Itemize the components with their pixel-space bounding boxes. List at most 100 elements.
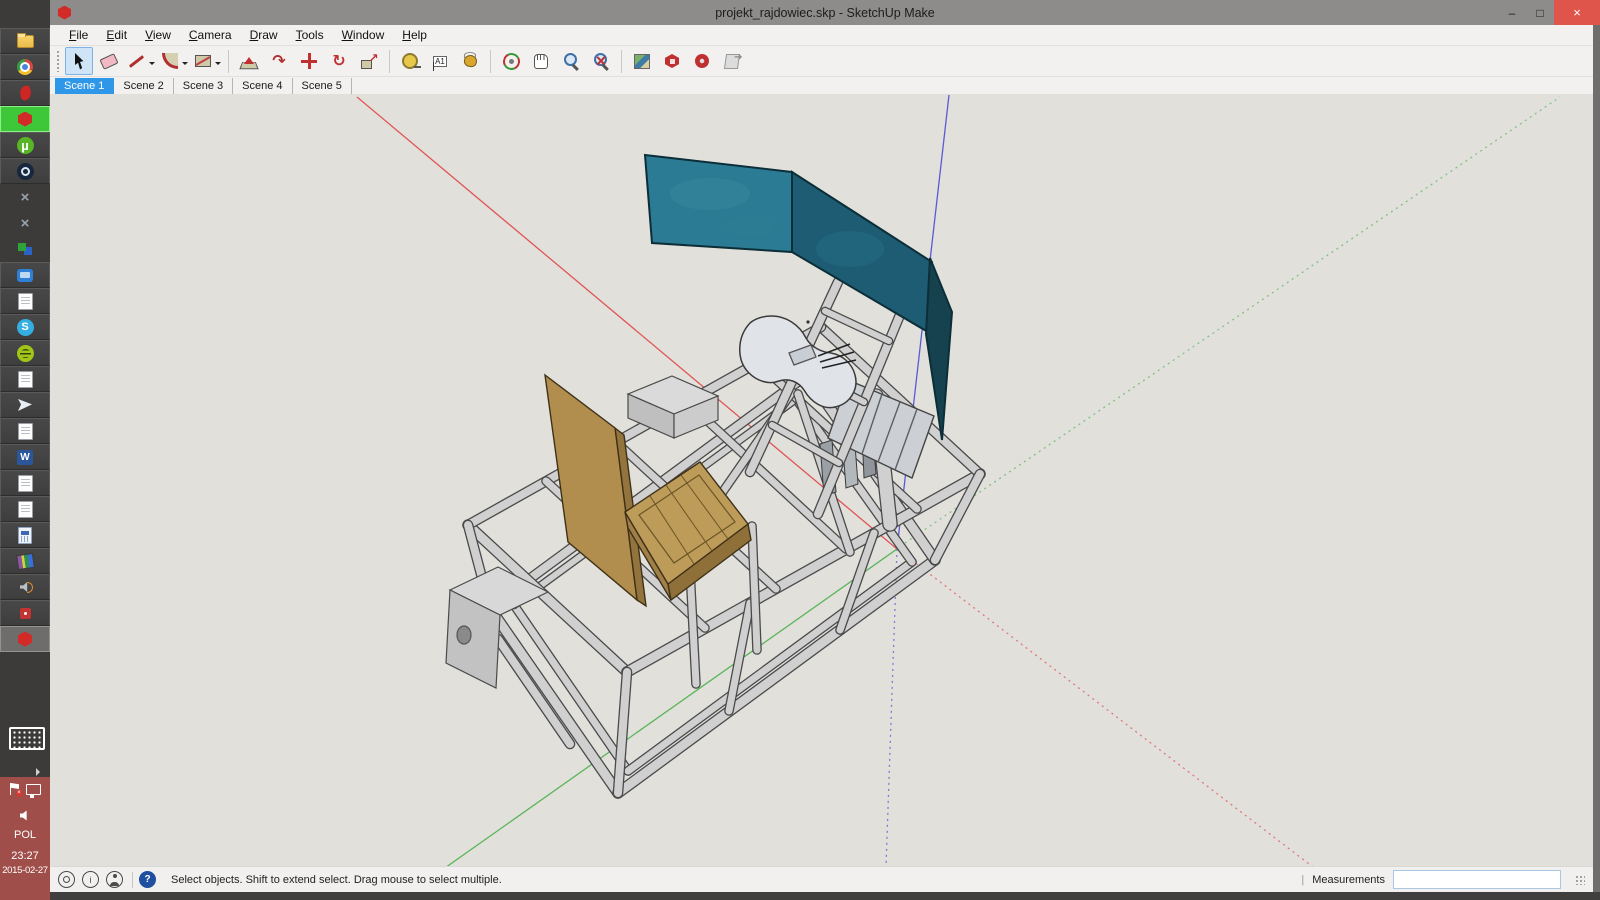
menu-draw[interactable]: Draw bbox=[241, 28, 287, 42]
taskbar-steam-app[interactable] bbox=[0, 158, 50, 184]
taskbar-display-app[interactable] bbox=[0, 262, 50, 288]
taskbar-file-explorer[interactable] bbox=[0, 28, 50, 54]
clock-date[interactable]: 2015-02-27 bbox=[0, 865, 50, 876]
system-tray: × POL 23:27 2015-02-27 bbox=[0, 777, 50, 900]
text-tool-button[interactable] bbox=[426, 47, 454, 75]
line-tool-button[interactable] bbox=[125, 47, 156, 75]
taskbar-word-app[interactable] bbox=[0, 444, 50, 470]
arc-dropdown-icon[interactable] bbox=[182, 62, 188, 68]
scene-tab-5[interactable]: Scene 5 bbox=[293, 78, 352, 94]
taskbar-skype-app[interactable] bbox=[0, 314, 50, 340]
taskbar-document-app-3[interactable] bbox=[0, 418, 50, 444]
taskbar-spotify-app[interactable] bbox=[0, 340, 50, 366]
menu-view[interactable]: View bbox=[136, 28, 180, 42]
taskbar-x-app-2[interactable]: × bbox=[0, 210, 50, 236]
rectangle-tool-button[interactable] bbox=[191, 47, 222, 75]
menu-file[interactable]: File bbox=[60, 28, 97, 42]
close-button[interactable]: × bbox=[1554, 0, 1600, 25]
toolbar-grip[interactable] bbox=[56, 50, 61, 72]
taskbar-document-app-1[interactable] bbox=[0, 288, 50, 314]
extension-warehouse-icon bbox=[692, 51, 713, 72]
taskbar-calculator-app[interactable] bbox=[0, 522, 50, 548]
action-center-flag-icon[interactable]: × bbox=[10, 783, 20, 795]
taskbar-winrar-app[interactable] bbox=[0, 548, 50, 574]
maximize-button[interactable]: □ bbox=[1526, 0, 1554, 25]
orbit-tool-button[interactable] bbox=[497, 47, 525, 75]
clock-time[interactable]: 23:27 bbox=[0, 850, 50, 862]
rectangle-dropdown-icon[interactable] bbox=[215, 62, 221, 68]
measurements-input[interactable] bbox=[1393, 870, 1561, 889]
paint-bucket-tool-button[interactable] bbox=[456, 47, 484, 75]
taskbar-x-app-1[interactable]: × bbox=[0, 184, 50, 210]
zoom-extents-tool-button[interactable]: × bbox=[587, 47, 615, 75]
resize-grip[interactable] bbox=[1575, 875, 1585, 885]
taskbar-start-button[interactable] bbox=[0, 0, 50, 28]
taskbar-media-app-2[interactable] bbox=[0, 600, 50, 626]
taskbar-document-app-4[interactable] bbox=[0, 470, 50, 496]
scene-tab-1[interactable]: Scene 1 bbox=[55, 78, 114, 94]
geolocation-status-icon[interactable] bbox=[58, 871, 75, 888]
tray-expand-arrow-icon[interactable] bbox=[36, 768, 44, 776]
zoom-icon bbox=[561, 51, 582, 72]
taskbar-audio-app[interactable] bbox=[0, 574, 50, 600]
volume-icon[interactable] bbox=[20, 810, 31, 821]
sketchup-icon bbox=[16, 110, 34, 128]
window-title: projekt_rajdowiec.skp - SketchUp Make bbox=[50, 6, 1600, 20]
credits-status-icon[interactable] bbox=[106, 871, 123, 888]
tape-measure-tool-button[interactable] bbox=[396, 47, 424, 75]
taskbar-flight-sim-app[interactable] bbox=[0, 392, 50, 418]
taskbar-sketchup-app[interactable] bbox=[0, 626, 50, 652]
titlebar: projekt_rajdowiec.skp - SketchUp Make – … bbox=[50, 0, 1600, 25]
select-tool-button[interactable] bbox=[65, 47, 93, 75]
help-icon[interactable]: ? bbox=[139, 871, 156, 888]
window-bottom-border bbox=[50, 892, 1600, 900]
scene-tab-3[interactable]: Scene 3 bbox=[174, 78, 233, 94]
line-dropdown-icon[interactable] bbox=[149, 62, 155, 68]
push-pull-tool-button[interactable] bbox=[235, 47, 263, 75]
taskbar-components-app[interactable] bbox=[0, 236, 50, 262]
taskbar-sketchup-notification[interactable] bbox=[0, 106, 50, 132]
modeling-viewport[interactable] bbox=[50, 94, 1593, 866]
touch-keyboard-icon[interactable] bbox=[9, 727, 45, 750]
geolocation-tool-button[interactable] bbox=[628, 47, 656, 75]
share-model-tool-button[interactable] bbox=[718, 47, 746, 75]
taskbar-chrome-browser[interactable] bbox=[0, 54, 50, 80]
menu-window[interactable]: Window bbox=[333, 28, 394, 42]
window-right-border bbox=[1593, 25, 1600, 892]
plane-icon bbox=[16, 396, 34, 414]
screen: ×× × POL 23:27 2015-02-27 projekt_rajdow… bbox=[0, 0, 1600, 900]
menu-tools[interactable]: Tools bbox=[287, 28, 333, 42]
menu-help[interactable]: Help bbox=[393, 28, 436, 42]
move-tool-button[interactable] bbox=[295, 47, 323, 75]
menu-edit[interactable]: Edit bbox=[97, 28, 136, 42]
taskbar-media-player-app[interactable] bbox=[0, 80, 50, 106]
windows-icon bbox=[16, 5, 34, 23]
eraser-tool-button[interactable] bbox=[95, 47, 123, 75]
tray-icons: × bbox=[0, 783, 50, 795]
select-icon bbox=[69, 51, 90, 72]
warehouse-3d-tool-button[interactable] bbox=[658, 47, 686, 75]
zoom-tool-button[interactable] bbox=[557, 47, 585, 75]
steam-icon bbox=[17, 163, 34, 180]
arc-tool-button[interactable] bbox=[158, 47, 189, 75]
viewport-canvas[interactable] bbox=[50, 94, 1593, 866]
pan-icon bbox=[531, 51, 552, 72]
taskbar-document-app-2[interactable] bbox=[0, 366, 50, 392]
pan-tool-button[interactable] bbox=[527, 47, 555, 75]
rotate-tool-button[interactable] bbox=[325, 47, 353, 75]
language-indicator[interactable]: POL bbox=[0, 829, 50, 841]
menu-camera[interactable]: Camera bbox=[180, 28, 241, 42]
network-icon[interactable] bbox=[26, 784, 41, 795]
taskbar-utorrent-app[interactable] bbox=[0, 132, 50, 158]
scene-tab-2[interactable]: Scene 2 bbox=[114, 78, 173, 94]
sketchup-icon bbox=[16, 630, 34, 648]
taskbar-document-app-5[interactable] bbox=[0, 496, 50, 522]
extension-warehouse-tool-button[interactable] bbox=[688, 47, 716, 75]
claim-status-icon[interactable]: i bbox=[82, 871, 99, 888]
scale-tool-button[interactable] bbox=[355, 47, 383, 75]
minimize-button[interactable]: – bbox=[1498, 0, 1526, 25]
toolbar: × bbox=[50, 46, 1593, 76]
follow-me-tool-button[interactable] bbox=[265, 47, 293, 75]
doc-icon bbox=[18, 501, 33, 518]
scene-tab-4[interactable]: Scene 4 bbox=[233, 78, 292, 94]
